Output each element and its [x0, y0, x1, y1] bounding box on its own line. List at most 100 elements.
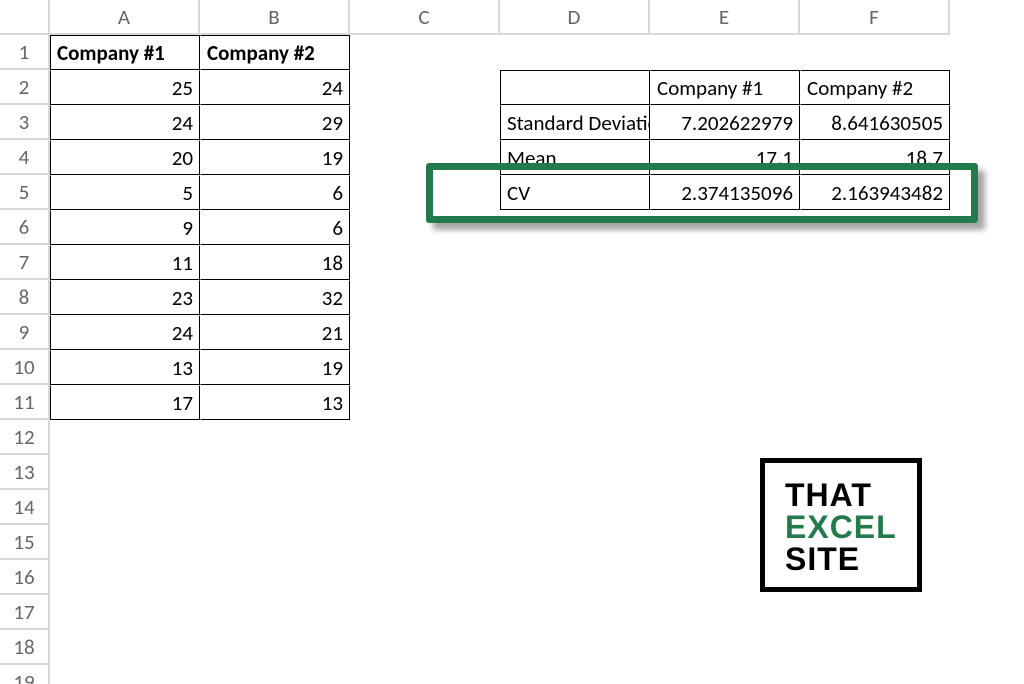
cell-D8[interactable] — [500, 280, 650, 315]
cell-A12[interactable] — [50, 420, 200, 455]
cell-A10[interactable]: 13 — [50, 350, 200, 385]
cell-A15[interactable] — [50, 525, 200, 560]
cell-A5[interactable]: 5 — [50, 175, 200, 210]
cell-C10[interactable] — [350, 350, 500, 385]
cell-F1[interactable] — [800, 35, 950, 70]
rowhdr-3[interactable]: 3 — [0, 105, 50, 140]
colhdr-F[interactable]: F — [800, 0, 950, 35]
cell-D9[interactable] — [500, 315, 650, 350]
cell-E6[interactable] — [650, 210, 800, 245]
cell-E7[interactable] — [650, 245, 800, 280]
cell-E4[interactable]: 17.1 — [650, 140, 800, 175]
colhdr-B[interactable]: B — [200, 0, 350, 35]
cell-B10[interactable]: 19 — [200, 350, 350, 385]
cell-E1[interactable] — [650, 35, 800, 70]
cell-C16[interactable] — [350, 560, 500, 595]
cell-F3[interactable]: 8.641630505 — [800, 105, 950, 140]
cell-F7[interactable] — [800, 245, 950, 280]
cell-F11[interactable] — [800, 385, 950, 420]
cell-B14[interactable] — [200, 490, 350, 525]
cell-B6[interactable]: 6 — [200, 210, 350, 245]
cell-B3[interactable]: 29 — [200, 105, 350, 140]
cell-C15[interactable] — [350, 525, 500, 560]
cell-E17[interactable] — [650, 595, 800, 630]
rowhdr-4[interactable]: 4 — [0, 140, 50, 175]
cell-B15[interactable] — [200, 525, 350, 560]
rowhdr-10[interactable]: 10 — [0, 350, 50, 385]
cell-D3[interactable]: Standard Deviation — [500, 105, 650, 140]
cell-C8[interactable] — [350, 280, 500, 315]
cell-D15[interactable] — [500, 525, 650, 560]
cell-A4[interactable]: 20 — [50, 140, 200, 175]
cell-F2[interactable]: Company #2 — [800, 70, 950, 105]
cell-F10[interactable] — [800, 350, 950, 385]
rowhdr-12[interactable]: 12 — [0, 420, 50, 455]
cell-D19[interactable] — [500, 665, 650, 684]
cell-E9[interactable] — [650, 315, 800, 350]
rowhdr-15[interactable]: 15 — [0, 525, 50, 560]
cell-A8[interactable]: 23 — [50, 280, 200, 315]
colhdr-A[interactable]: A — [50, 0, 200, 35]
cell-D13[interactable] — [500, 455, 650, 490]
rowhdr-13[interactable]: 13 — [0, 455, 50, 490]
cell-E3[interactable]: 7.202622979 — [650, 105, 800, 140]
cell-D10[interactable] — [500, 350, 650, 385]
cell-A14[interactable] — [50, 490, 200, 525]
cell-E19[interactable] — [650, 665, 800, 684]
rowhdr-7[interactable]: 7 — [0, 245, 50, 280]
colhdr-C[interactable]: C — [350, 0, 500, 35]
cell-D11[interactable] — [500, 385, 650, 420]
cell-B4[interactable]: 19 — [200, 140, 350, 175]
cell-B11[interactable]: 13 — [200, 385, 350, 420]
cell-F5[interactable]: 2.163943482 — [800, 175, 950, 210]
cell-F19[interactable] — [800, 665, 950, 684]
cell-F8[interactable] — [800, 280, 950, 315]
cell-B19[interactable] — [200, 665, 350, 684]
cell-C2[interactable] — [350, 70, 500, 105]
cell-B13[interactable] — [200, 455, 350, 490]
cell-C14[interactable] — [350, 490, 500, 525]
cell-E18[interactable] — [650, 630, 800, 665]
cell-D14[interactable] — [500, 490, 650, 525]
cell-C4[interactable] — [350, 140, 500, 175]
rowhdr-16[interactable]: 16 — [0, 560, 50, 595]
cell-E2[interactable]: Company #1 — [650, 70, 800, 105]
cell-B7[interactable]: 18 — [200, 245, 350, 280]
cell-F6[interactable] — [800, 210, 950, 245]
cell-E11[interactable] — [650, 385, 800, 420]
rowhdr-17[interactable]: 17 — [0, 595, 50, 630]
colhdr-E[interactable]: E — [650, 0, 800, 35]
cell-C18[interactable] — [350, 630, 500, 665]
cell-C13[interactable] — [350, 455, 500, 490]
cell-C6[interactable] — [350, 210, 500, 245]
cell-A19[interactable] — [50, 665, 200, 684]
cell-D6[interactable] — [500, 210, 650, 245]
rowhdr-5[interactable]: 5 — [0, 175, 50, 210]
cell-C17[interactable] — [350, 595, 500, 630]
cell-F12[interactable] — [800, 420, 950, 455]
rowhdr-1[interactable]: 1 — [0, 35, 50, 70]
cell-B16[interactable] — [200, 560, 350, 595]
cell-C1[interactable] — [350, 35, 500, 70]
cell-E8[interactable] — [650, 280, 800, 315]
cell-A1[interactable]: Company #1 — [50, 35, 200, 70]
cell-D7[interactable] — [500, 245, 650, 280]
cell-F18[interactable] — [800, 630, 950, 665]
cell-D2[interactable] — [500, 70, 650, 105]
cell-A9[interactable]: 24 — [50, 315, 200, 350]
cell-F4[interactable]: 18.7 — [800, 140, 950, 175]
cell-A2[interactable]: 25 — [50, 70, 200, 105]
cell-C5[interactable] — [350, 175, 500, 210]
cell-B2[interactable]: 24 — [200, 70, 350, 105]
cell-B18[interactable] — [200, 630, 350, 665]
cell-A13[interactable] — [50, 455, 200, 490]
cell-D4[interactable]: Mean — [500, 140, 650, 175]
cell-E5[interactable]: 2.374135096 — [650, 175, 800, 210]
cell-B8[interactable]: 32 — [200, 280, 350, 315]
cell-A17[interactable] — [50, 595, 200, 630]
cell-C11[interactable] — [350, 385, 500, 420]
cell-C3[interactable] — [350, 105, 500, 140]
cell-A18[interactable] — [50, 630, 200, 665]
rowhdr-19[interactable]: 19 — [0, 665, 50, 684]
cell-A7[interactable]: 11 — [50, 245, 200, 280]
